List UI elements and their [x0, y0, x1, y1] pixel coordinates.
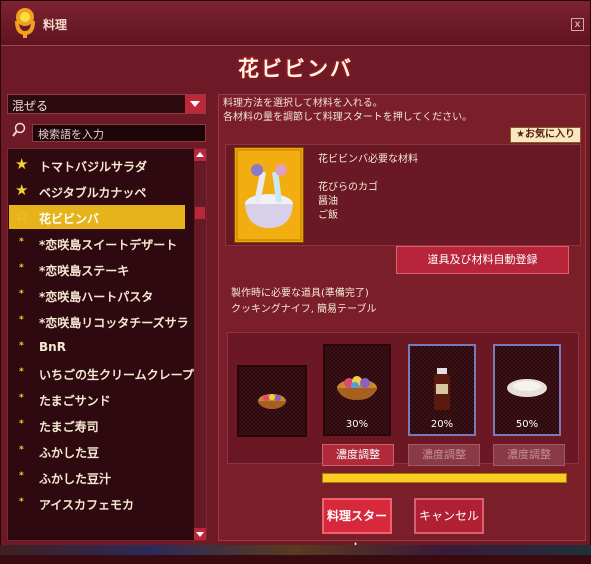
adjust-ratio-button[interactable]: 濃度調整	[322, 444, 394, 466]
recipe-list-item[interactable]: * ふかした豆汁	[9, 465, 185, 489]
ingredient-slot[interactable]: 50%	[493, 344, 561, 436]
bullet-icon: *	[19, 445, 24, 455]
instruction-line: 料理方法を選択して材料を入れる。	[223, 98, 383, 109]
dish-image	[234, 147, 304, 243]
tools-list: クッキングナイフ, 簡易テーブル	[231, 304, 377, 315]
favorite-star-icon: ★	[15, 155, 29, 173]
recipe-list-item[interactable]: * *恋咲島ハートパスタ	[9, 283, 185, 307]
category-select-value: 混ぜる	[12, 99, 49, 113]
auto-register-button[interactable]: 道具及び材料自動登録	[396, 246, 569, 274]
required-tools: 製作時に必要な道具(準備完了) クッキングナイフ, 簡易テーブル	[231, 286, 376, 318]
cooking-app-icon	[15, 8, 35, 38]
scroll-thumb[interactable]	[195, 207, 205, 219]
instructions: 料理方法を選択して材料を入れる。 各材料の量を調節して料理スタートを押してくださ…	[223, 97, 472, 125]
favorite-star-outline-icon: ☆	[15, 207, 29, 225]
bullet-icon: *	[19, 289, 24, 299]
soy-sauce-icon	[434, 368, 450, 410]
materials-heading: 花ビビンバ必要な材料	[318, 154, 418, 165]
material-item: ご飯	[318, 210, 338, 221]
recipe-list-item[interactable]: * アイスカフェモカ	[9, 491, 185, 515]
search-input[interactable]: 検索語を入力	[32, 124, 206, 142]
bullet-icon: *	[19, 315, 24, 325]
recipe-list-item[interactable]: * いちごの生クリームクレープ	[9, 361, 194, 385]
recipe-list: ★ トマトバジルサラダ ★ ベジタブルカナッペ ☆ 花ビビンバ * *恋咲島スイートデザ…	[7, 148, 207, 541]
close-button[interactable]: x	[571, 18, 584, 31]
ingredient-slot[interactable]: 30%	[323, 344, 391, 436]
bullet-icon: *	[19, 237, 24, 247]
bullet-icon: *	[19, 497, 24, 507]
recipe-list-scrollbar[interactable]	[194, 149, 206, 540]
cooking-window: 料理 x 花ビビンバ 混ぜる 検索語を入力 ★ トマトバジルサラダ ★ ベジタブルカ…	[0, 0, 591, 555]
recipe-list-item[interactable]: * ふかした豆	[9, 439, 185, 463]
result-slot[interactable]	[237, 365, 307, 437]
flower-basket-icon	[258, 394, 286, 409]
bullet-icon: *	[19, 367, 24, 377]
adjust-ratio-button[interactable]: 濃度調整	[493, 444, 565, 466]
cancel-button[interactable]: キャンセル	[414, 498, 484, 534]
title-bar[interactable]: 料理 x	[1, 1, 590, 46]
category-select[interactable]: 混ぜる	[7, 94, 206, 114]
material-item: 醤油	[318, 196, 338, 207]
recipe-list-item[interactable]: * *恋咲島リコッタチーズサラ	[9, 309, 189, 333]
bullet-icon: *	[19, 263, 24, 273]
background-strip	[0, 545, 591, 555]
instruction-line: 各材料の量を調節して料理スタートを押してください。	[223, 112, 473, 123]
ratio-progress-bar	[322, 473, 567, 483]
rice-icon	[507, 379, 547, 397]
ingredient-slot[interactable]: 20%	[408, 344, 476, 436]
ratio-label: 20%	[430, 419, 454, 430]
recipe-list-item[interactable]: ★ ベジタブルカナッペ	[9, 179, 185, 203]
recipe-list-item-selected[interactable]: ☆ 花ビビンバ	[9, 205, 185, 229]
ratio-label: 30%	[345, 419, 369, 430]
recipe-title: 花ビビンバ	[238, 57, 353, 81]
favorite-button[interactable]: ★お気に入り	[510, 127, 581, 143]
ratio-label: 50%	[515, 419, 539, 430]
bibimbap-bowl-icon	[236, 149, 302, 241]
start-cooking-button[interactable]: 料理スタート	[322, 498, 392, 555]
recipe-list-item[interactable]: * *恋咲島スイートデザート	[9, 231, 185, 255]
recipe-list-item[interactable]: * *恋咲島ステーキ	[9, 257, 185, 281]
bullet-icon: *	[19, 471, 24, 481]
adjust-ratio-button[interactable]: 濃度調整	[408, 444, 480, 466]
materials-text: 花ビビンバ必要な材料 花びらのカゴ 醤油 ご飯	[318, 153, 418, 223]
chevron-down-icon[interactable]	[185, 95, 205, 113]
favorite-star-icon: ★	[15, 181, 29, 199]
scroll-down-icon[interactable]	[194, 528, 206, 540]
bullet-icon: *	[19, 341, 24, 351]
flower-basket-icon	[337, 376, 377, 400]
scroll-up-icon[interactable]	[194, 149, 206, 161]
search-icon	[12, 122, 26, 137]
tools-heading: 製作時に必要な道具(準備完了)	[231, 288, 369, 299]
material-item: 花びらのカゴ	[318, 182, 378, 193]
recipe-list-item[interactable]: ★ トマトバジルサラダ	[9, 153, 185, 177]
recipe-list-item[interactable]: * たまご寿司	[9, 413, 185, 437]
bullet-icon: *	[19, 419, 24, 429]
bullet-icon: *	[19, 393, 24, 403]
recipe-list-item[interactable]: * BnR	[9, 335, 185, 359]
recipe-list-item[interactable]: * たまごサンド	[9, 387, 185, 411]
window-title: 料理	[43, 18, 68, 32]
